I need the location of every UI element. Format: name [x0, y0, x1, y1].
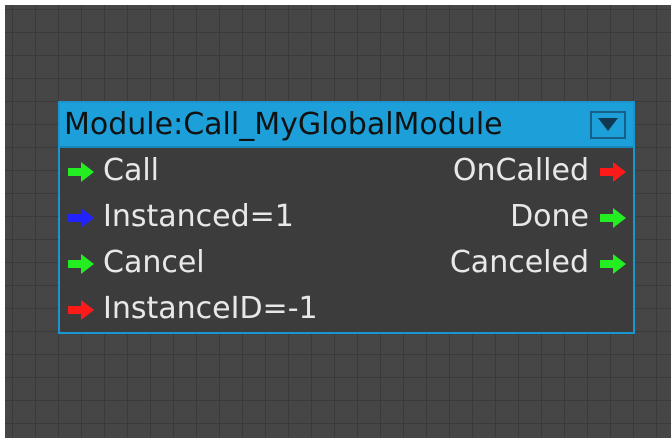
pin-row-1: Call OnCalled	[60, 150, 633, 194]
output-label-canceled: Canceled	[449, 245, 589, 280]
input-label-cancel: Cancel	[103, 245, 205, 280]
arrow-right-icon	[68, 254, 94, 274]
arrow-right-icon	[600, 162, 626, 182]
arrow-right-icon	[600, 254, 626, 274]
output-label-done: Done	[510, 199, 589, 234]
input-pin-cancel[interactable]	[67, 253, 95, 275]
pin-row-2: Instanced=1 Done	[60, 196, 633, 240]
input-pin-instanced[interactable]	[67, 207, 95, 229]
graph-canvas[interactable]: Module:Call_MyGlobalModule Call OnCalled	[5, 5, 671, 438]
output-pin-done[interactable]	[599, 207, 627, 229]
input-label-instanced: Instanced=1	[103, 199, 294, 234]
node-header[interactable]: Module:Call_MyGlobalModule	[60, 103, 633, 148]
input-label-instanceid: InstanceID=-1	[103, 291, 318, 326]
collapse-button[interactable]	[590, 111, 626, 139]
node-title: Module:Call_MyGlobalModule	[64, 107, 503, 142]
input-label-call: Call	[103, 153, 160, 188]
pin-row-3: Cancel Canceled	[60, 242, 633, 286]
arrow-right-icon	[68, 162, 94, 182]
arrow-right-icon	[68, 208, 94, 228]
arrow-right-icon	[68, 300, 94, 320]
output-pin-oncalled[interactable]	[599, 161, 627, 183]
module-node[interactable]: Module:Call_MyGlobalModule Call OnCalled	[58, 101, 635, 334]
input-pin-instanceid[interactable]	[67, 299, 95, 321]
pin-row-4: InstanceID=-1	[60, 288, 633, 332]
output-label-oncalled: OnCalled	[452, 153, 589, 188]
input-pin-call[interactable]	[67, 161, 95, 183]
output-pin-canceled[interactable]	[599, 253, 627, 275]
triangle-down-icon	[598, 118, 618, 131]
arrow-right-icon	[600, 208, 626, 228]
